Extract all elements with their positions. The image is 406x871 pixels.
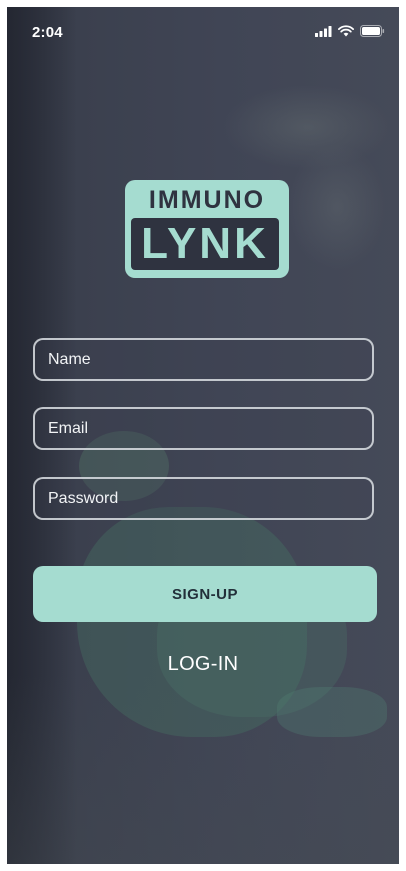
wifi-icon — [338, 25, 354, 37]
battery-icon — [360, 25, 385, 37]
logo-bottom-box: LYNK — [131, 218, 279, 270]
status-icons — [315, 25, 385, 37]
signal-bars-icon — [315, 25, 332, 37]
background-figure-feet — [277, 687, 387, 737]
login-link[interactable]: LOG-IN — [7, 653, 399, 676]
status-bar: 2:04 — [7, 7, 399, 57]
name-input[interactable] — [33, 338, 374, 381]
status-time: 2:04 — [32, 24, 63, 41]
password-input[interactable] — [33, 477, 374, 520]
logo-top-text: IMMUNO — [148, 186, 266, 214]
immuno-lynk-logo: IMMUNO LYNK — [125, 180, 289, 278]
signup-screen: 2:04 IMMUNO LYNK Name Email SIGN-UP LOG-… — [7, 7, 399, 864]
logo-bottom-text: LYNK — [141, 219, 269, 268]
signup-button[interactable]: SIGN-UP — [33, 566, 377, 622]
email-input[interactable] — [33, 407, 374, 450]
